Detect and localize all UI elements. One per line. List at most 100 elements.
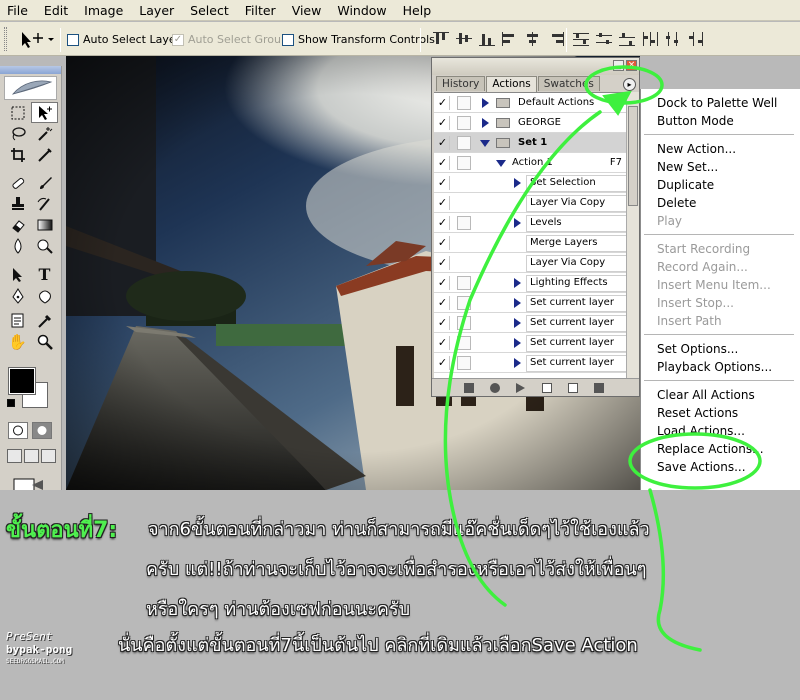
- menu-edit[interactable]: Edit: [37, 0, 77, 21]
- distribute-horizontal-center-icon[interactable]: [664, 31, 682, 47]
- toggle-item-check-icon[interactable]: ✓: [436, 276, 450, 290]
- lasso-tool-icon[interactable]: [4, 123, 31, 144]
- action-row[interactable]: ✓ Action 1 F7: [434, 153, 626, 173]
- notes-tool-icon[interactable]: [4, 310, 31, 331]
- toggle-item-check-icon[interactable]: ✓: [436, 176, 450, 190]
- expand-triangle-icon[interactable]: [514, 298, 521, 308]
- menu-new-set[interactable]: New Set...: [657, 160, 718, 174]
- default-colors-icon[interactable]: [7, 399, 15, 407]
- expand-triangle-icon[interactable]: [514, 338, 521, 348]
- command-row[interactable]: ✓ Levels: [434, 213, 626, 233]
- expand-triangle-icon[interactable]: [482, 118, 489, 128]
- toggle-item-check-icon[interactable]: ✓: [436, 96, 450, 110]
- healing-brush-tool-icon[interactable]: [4, 172, 31, 193]
- scrollbar-thumb[interactable]: [628, 106, 638, 206]
- toolbox-title-bar[interactable]: [0, 66, 61, 74]
- expand-triangle-icon[interactable]: [514, 358, 521, 368]
- dodge-tool-icon[interactable]: [31, 235, 58, 256]
- toggle-dialog-box[interactable]: [457, 356, 471, 370]
- toggle-item-check-icon[interactable]: ✓: [436, 316, 450, 330]
- collapse-triangle-icon[interactable]: [480, 140, 490, 147]
- toggle-dialog-box[interactable]: [457, 336, 471, 350]
- action-set-row[interactable]: ✓ Set 1: [434, 133, 626, 153]
- standard-mode-button[interactable]: [8, 422, 28, 439]
- toggle-dialog-box[interactable]: [457, 96, 471, 110]
- toggle-item-check-icon[interactable]: ✓: [436, 196, 450, 210]
- expand-triangle-icon[interactable]: [482, 98, 489, 108]
- command-row[interactable]: ✓ Merge Layers: [434, 233, 626, 253]
- menu-button-mode[interactable]: Button Mode: [657, 114, 734, 128]
- toggle-item-check-icon[interactable]: ✓: [436, 336, 450, 350]
- show-transform-controls-checkbox[interactable]: Show Transform Controls: [282, 33, 435, 46]
- toggle-item-check-icon[interactable]: ✓: [436, 356, 450, 370]
- toggle-item-check-icon[interactable]: ✓: [436, 116, 450, 130]
- distribute-top-icon[interactable]: [572, 31, 590, 47]
- align-right-icon[interactable]: [547, 31, 565, 47]
- path-selection-tool-icon[interactable]: [4, 264, 31, 285]
- play-icon[interactable]: [516, 383, 525, 393]
- align-vertical-center-icon[interactable]: [455, 31, 473, 47]
- menu-select[interactable]: Select: [183, 0, 238, 21]
- new-set-icon[interactable]: [542, 383, 552, 393]
- expand-triangle-icon[interactable]: [514, 278, 521, 288]
- custom-shape-tool-icon[interactable]: [31, 285, 58, 306]
- distribute-right-icon[interactable]: [687, 31, 705, 47]
- options-bar-grip[interactable]: [4, 27, 7, 51]
- action-set-row[interactable]: ✓ GEORGE: [434, 113, 626, 133]
- align-left-icon[interactable]: [501, 31, 519, 47]
- menu-reset-actions[interactable]: Reset Actions: [657, 406, 738, 420]
- toggle-dialog-box[interactable]: [457, 136, 471, 150]
- move-tool-preset-icon[interactable]: [17, 29, 57, 51]
- toggle-dialog-box[interactable]: [457, 156, 471, 170]
- distribute-vertical-center-icon[interactable]: [595, 31, 613, 47]
- pen-tool-icon[interactable]: [4, 285, 31, 306]
- gradient-tool-icon[interactable]: [31, 214, 58, 235]
- menu-replace-actions[interactable]: Replace Actions...: [657, 442, 764, 456]
- menu-new-action[interactable]: New Action...: [657, 142, 736, 156]
- expand-triangle-icon[interactable]: [514, 318, 521, 328]
- menu-view[interactable]: View: [285, 0, 331, 21]
- blur-tool-icon[interactable]: [4, 235, 31, 256]
- trash-icon[interactable]: [594, 383, 604, 393]
- menu-image[interactable]: Image: [77, 0, 132, 21]
- toggle-item-check-icon[interactable]: ✓: [436, 136, 450, 150]
- action-set-row[interactable]: ✓ Default Actions: [434, 93, 626, 113]
- magic-wand-tool-icon[interactable]: [31, 123, 58, 144]
- minimize-icon[interactable]: _: [613, 60, 624, 71]
- expand-triangle-icon[interactable]: [514, 218, 521, 228]
- move-tool-icon[interactable]: [31, 102, 58, 123]
- menu-filter[interactable]: Filter: [238, 0, 285, 21]
- eraser-tool-icon[interactable]: [4, 214, 31, 235]
- zoom-tool-icon[interactable]: [31, 331, 58, 352]
- standard-screen-mode-button[interactable]: [7, 449, 22, 463]
- record-icon[interactable]: [490, 383, 500, 393]
- tab-history[interactable]: History: [436, 76, 486, 91]
- toggle-dialog-box[interactable]: [457, 276, 471, 290]
- eyedropper-tool-icon[interactable]: [31, 310, 58, 331]
- crop-tool-icon[interactable]: [4, 144, 31, 165]
- menu-load-actions[interactable]: Load Actions...: [657, 424, 745, 438]
- stop-icon[interactable]: [464, 383, 474, 393]
- toggle-dialog-box[interactable]: [457, 216, 471, 230]
- actions-scrollbar[interactable]: [626, 92, 639, 378]
- expand-triangle-icon[interactable]: [514, 178, 521, 188]
- menu-layer[interactable]: Layer: [132, 0, 183, 21]
- collapse-triangle-icon[interactable]: [496, 160, 506, 167]
- marquee-tool-icon[interactable]: [4, 102, 31, 123]
- toggle-item-check-icon[interactable]: ✓: [436, 256, 450, 270]
- palette-menu-button[interactable]: ▸: [623, 78, 636, 91]
- command-row[interactable]: ✓ Lighting Effects: [434, 273, 626, 293]
- checkbox-box[interactable]: [67, 33, 79, 46]
- auto-select-layer-checkbox[interactable]: Auto Select Layer: [67, 33, 180, 46]
- distribute-bottom-icon[interactable]: [618, 31, 636, 47]
- slice-tool-icon[interactable]: [31, 144, 58, 165]
- align-bottom-icon[interactable]: [478, 31, 496, 47]
- toggle-dialog-box[interactable]: [457, 116, 471, 130]
- menu-help[interactable]: Help: [396, 0, 441, 21]
- toggle-item-check-icon[interactable]: ✓: [436, 296, 450, 310]
- menu-delete[interactable]: Delete: [657, 196, 696, 210]
- clone-stamp-tool-icon[interactable]: [4, 193, 31, 214]
- toggle-dialog-box[interactable]: [457, 296, 471, 310]
- menu-window[interactable]: Window: [330, 0, 395, 21]
- full-screen-mode-button[interactable]: [41, 449, 56, 463]
